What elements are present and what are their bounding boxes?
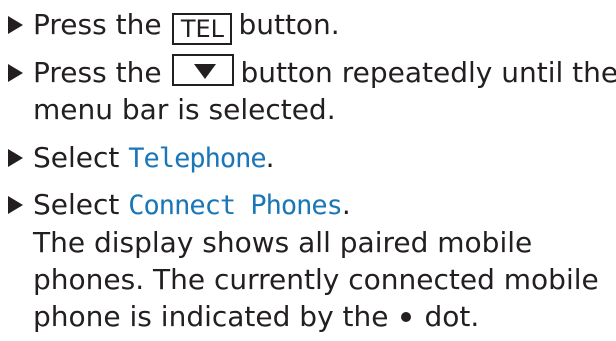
step-2-line-1: Press the button repeatedly until the [33,54,616,91]
step-2-suffix: button repeatedly until the [240,56,616,89]
step-3-suffix: . [265,141,275,174]
down-arrow-icon [194,64,217,79]
step-arrow-icon [8,16,23,34]
step-4-desc-line-1: The display shows all paired mobile [33,226,533,259]
step-arrow-icon [8,64,23,82]
step-arrow-icon [8,149,23,167]
step-1-suffix: button. [238,8,340,41]
step-2: Press the button repeatedly until the me… [8,54,616,128]
step-4-suffix: . [341,188,351,221]
step-3-text: Select Telephone. [33,139,608,177]
connected-dot-icon [400,311,411,322]
step-2-prefix: Press the [33,56,162,89]
step-4-desc-line-3: phone is indicated by the dot. [33,298,608,335]
step-3: Select Telephone. [8,139,608,177]
step-1: Press the TEL button. [8,6,608,45]
telephone-menu-term: Telephone [128,143,266,174]
step-3-prefix: Select [33,141,120,174]
step-4-line-1: Select Connect Phones. [33,186,608,224]
step-4-desc-before: phone is indicated by the [33,300,389,333]
step-2-line-2: menu bar is selected. [33,93,336,126]
step-4-prefix: Select [33,188,120,221]
step-arrow-icon [8,196,23,214]
step-1-prefix: Press the [33,8,162,41]
step-1-text: Press the TEL button. [33,6,608,45]
tel-key: TEL [172,13,233,45]
step-4: Select Connect Phones. The display shows… [8,186,608,335]
connect-phones-menu-term: Connect Phones [128,190,343,221]
step-4-desc-after: dot. [424,300,480,333]
step-4-desc-line-2: phones. The currently connected mobile [33,263,599,296]
down-key [172,54,235,86]
